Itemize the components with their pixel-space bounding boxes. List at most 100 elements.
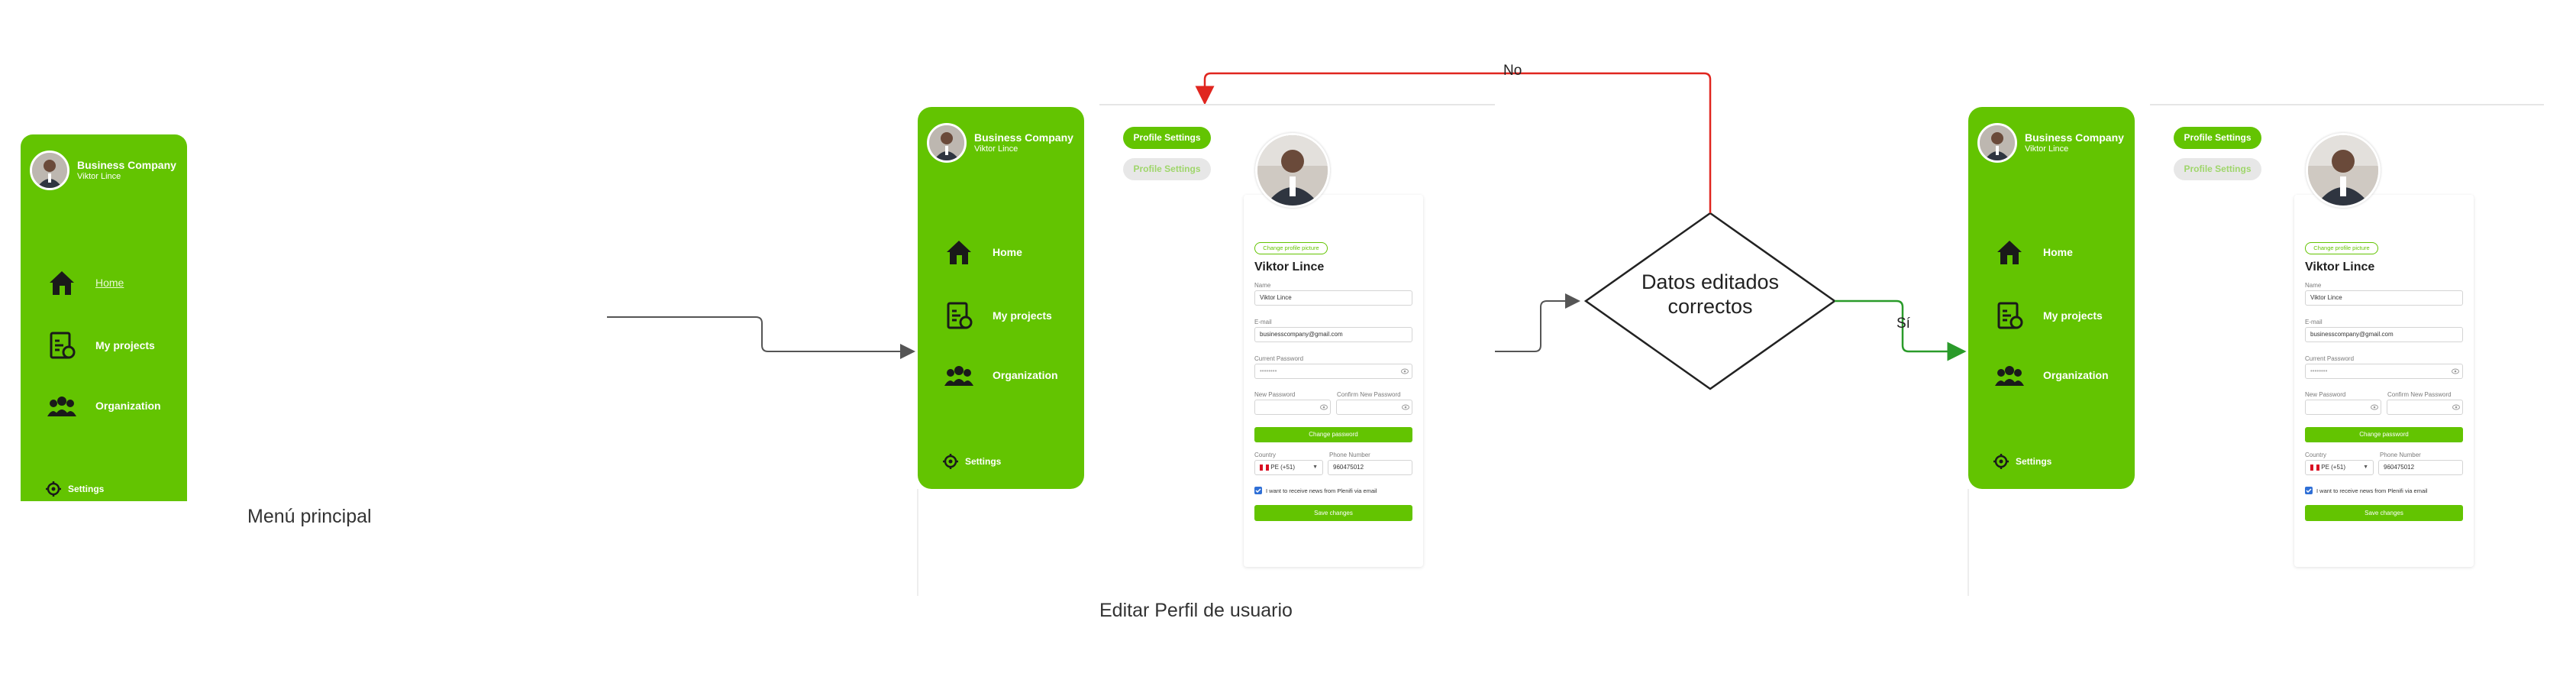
avatar	[927, 123, 967, 163]
user-name: Viktor Lince	[974, 144, 1018, 154]
email-label: E-mail	[2305, 319, 2323, 325]
settings-link[interactable]: Settings	[45, 481, 104, 497]
country-value: PE (+51)	[1270, 464, 1296, 471]
decision-line-1: Datos editados	[1641, 270, 1780, 293]
eye-icon[interactable]	[1320, 404, 1328, 410]
tab-profile-settings[interactable]: Profile Settings	[1123, 158, 1211, 180]
nav-organization-label: Organization	[2043, 369, 2109, 381]
eye-icon[interactable]	[2452, 404, 2460, 410]
nav-organization[interactable]: Organization	[1994, 360, 2109, 390]
profile-name: Viktor Lince	[1254, 261, 1325, 274]
new-password-field[interactable]	[2305, 400, 2381, 415]
result-sidebar: Business Company Viktor Lince Home My pr…	[1968, 107, 2135, 489]
nav-organization-label: Organization	[993, 369, 1058, 381]
decision-text: Datos editados correctos	[1603, 270, 1817, 319]
arrow-menu-to-edit	[607, 316, 915, 359]
save-changes-button[interactable]: Save changes	[2305, 505, 2463, 521]
country-value: PE (+51)	[2321, 464, 2346, 471]
checkbox-icon[interactable]	[2305, 487, 2313, 494]
country-select[interactable]: PE (+51) ▼	[2305, 460, 2374, 475]
profile-name: Viktor Lince	[2305, 261, 2375, 274]
new-password-field[interactable]	[1254, 400, 1331, 415]
confirm-password-field[interactable]	[1336, 400, 1412, 415]
nav-home[interactable]: Home	[1994, 237, 2073, 267]
edit-caption: Editar Perfil de usuario	[1099, 600, 1293, 621]
tab-profile-settings[interactable]: Profile Settings	[2174, 158, 2261, 180]
change-password-button[interactable]: Change password	[1254, 427, 1412, 442]
chevron-down-icon: ▼	[2363, 465, 2368, 470]
phone-label: Phone Number	[2380, 452, 2421, 458]
checkbox-icon[interactable]	[1254, 487, 1262, 494]
eye-icon[interactable]	[1401, 368, 1409, 374]
eye-icon[interactable]	[2371, 404, 2378, 410]
phone-field[interactable]: 960475012	[1328, 460, 1412, 475]
edit-profile-card: Change profile picture Viktor Lince Name…	[1244, 195, 1423, 567]
eye-icon[interactable]	[2452, 368, 2459, 374]
nav-projects[interactable]: My projects	[944, 300, 1052, 331]
name-label: Name	[2305, 282, 2322, 289]
house-icon	[1997, 241, 2022, 264]
new-password-label: New Password	[1254, 391, 1296, 398]
name-label: Name	[1254, 282, 1271, 289]
profile-picture	[1255, 133, 1330, 208]
nav-home-label: Home	[993, 246, 1022, 258]
company-name: Business Company	[77, 159, 176, 171]
yes-label: Sí	[1896, 316, 1910, 332]
edit-sidebar: Business Company Viktor Lince Home My pr…	[918, 107, 1084, 489]
no-label: No	[1503, 63, 1522, 79]
projects-icon	[50, 332, 76, 359]
chevron-down-icon: ▼	[1312, 465, 1318, 470]
newsletter-checkbox-row[interactable]: I want to receive news from Plenifi via …	[1254, 487, 1377, 494]
change-picture-button[interactable]: Change profile picture	[1254, 242, 1328, 254]
change-password-button[interactable]: Change password	[2305, 427, 2463, 442]
save-changes-button[interactable]: Save changes	[1254, 505, 1412, 521]
name-field[interactable]: Viktor Lince	[1254, 290, 1412, 306]
country-label: Country	[1254, 452, 1277, 458]
gear-icon	[46, 481, 61, 497]
settings-label: Settings	[2016, 456, 2052, 467]
phone-label: Phone Number	[1329, 452, 1370, 458]
house-icon	[947, 241, 971, 264]
confirm-password-field[interactable]	[2387, 400, 2463, 415]
nav-home-label: Home	[95, 277, 124, 289]
nav-organization[interactable]: Organization	[944, 360, 1058, 390]
nav-projects[interactable]: My projects	[47, 330, 155, 361]
confirm-password-label: Confirm New Password	[2387, 391, 2452, 398]
gear-icon	[1993, 454, 2009, 469]
email-field[interactable]: businesscompany@gmail.com	[2305, 327, 2463, 342]
person-photo-icon	[1257, 135, 1328, 206]
current-password-field[interactable]: ••••••••	[1254, 364, 1412, 379]
person-photo-icon	[32, 153, 67, 188]
user-name: Viktor Lince	[77, 172, 121, 181]
nav-projects-label: My projects	[2043, 309, 2103, 322]
settings-label: Settings	[68, 484, 105, 494]
nav-home[interactable]: Home	[47, 267, 124, 298]
company-name: Business Company	[974, 131, 1073, 144]
eye-icon[interactable]	[1402, 404, 1409, 410]
tab-profile-settings-active[interactable]: Profile Settings	[1123, 127, 1211, 149]
phone-field[interactable]: 960475012	[2378, 460, 2463, 475]
newsletter-checkbox-row[interactable]: I want to receive news from Plenifi via …	[2305, 487, 2427, 494]
country-select[interactable]: PE (+51) ▼	[1254, 460, 1323, 475]
company-name: Business Company	[2025, 131, 2124, 144]
change-picture-button[interactable]: Change profile picture	[2305, 242, 2378, 254]
organization-icon	[944, 366, 973, 386]
organization-icon	[1995, 366, 2024, 386]
new-password-label: New Password	[2305, 391, 2346, 398]
avatar	[1977, 123, 2017, 163]
tab-profile-settings-active[interactable]: Profile Settings	[2174, 127, 2261, 149]
settings-label: Settings	[965, 456, 1002, 467]
current-password-label: Current Password	[1254, 355, 1304, 362]
nav-projects[interactable]: My projects	[1994, 300, 2103, 331]
user-name: Viktor Lince	[2025, 144, 2069, 154]
nav-organization[interactable]: Organization	[47, 390, 161, 421]
name-field[interactable]: Viktor Lince	[2305, 290, 2463, 306]
settings-link[interactable]: Settings	[1993, 453, 2051, 470]
person-photo-icon	[929, 125, 964, 160]
email-field[interactable]: businesscompany@gmail.com	[1254, 327, 1412, 342]
nav-home[interactable]: Home	[944, 237, 1022, 267]
projects-icon	[947, 302, 973, 329]
flag-peru-icon	[2310, 464, 2319, 471]
settings-link[interactable]: Settings	[942, 453, 1001, 470]
current-password-field[interactable]: ••••••••	[2305, 364, 2463, 379]
